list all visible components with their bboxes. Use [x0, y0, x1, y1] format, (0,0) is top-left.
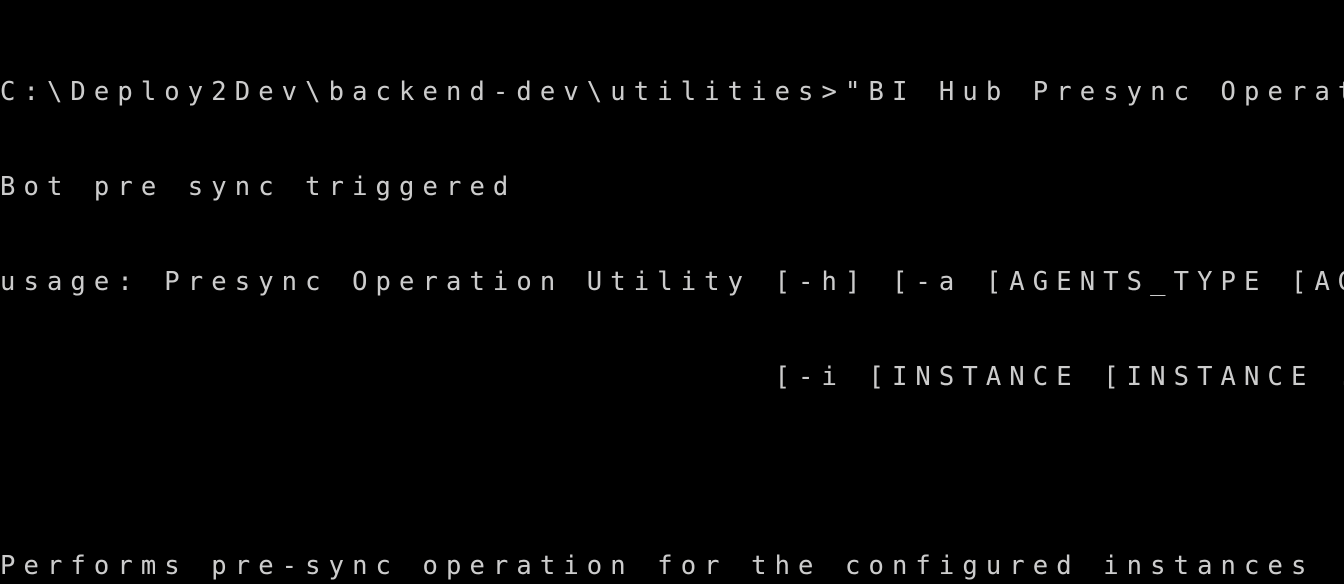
terminal-line-blank-1	[0, 456, 1344, 488]
terminal-line-status: Bot pre sync triggered	[0, 171, 517, 202]
terminal-output[interactable]: C:\Deploy2Dev\backend-dev\utilities>"BI …	[0, 14, 1344, 584]
terminal-window[interactable]: C:\Deploy2Dev\backend-dev\utilities>"BI …	[0, 0, 1344, 584]
terminal-line-description: Performs pre-sync operation for the conf…	[0, 551, 1315, 582]
terminal-line-prompt-command: C:\Deploy2Dev\backend-dev\utilities>"BI …	[0, 77, 1344, 108]
terminal-line-usage-2: [-i [INSTANCE [INSTANCE ...]]]	[0, 361, 1344, 392]
terminal-line-usage-1: usage: Presync Operation Utility [-h] [-…	[0, 266, 1344, 297]
